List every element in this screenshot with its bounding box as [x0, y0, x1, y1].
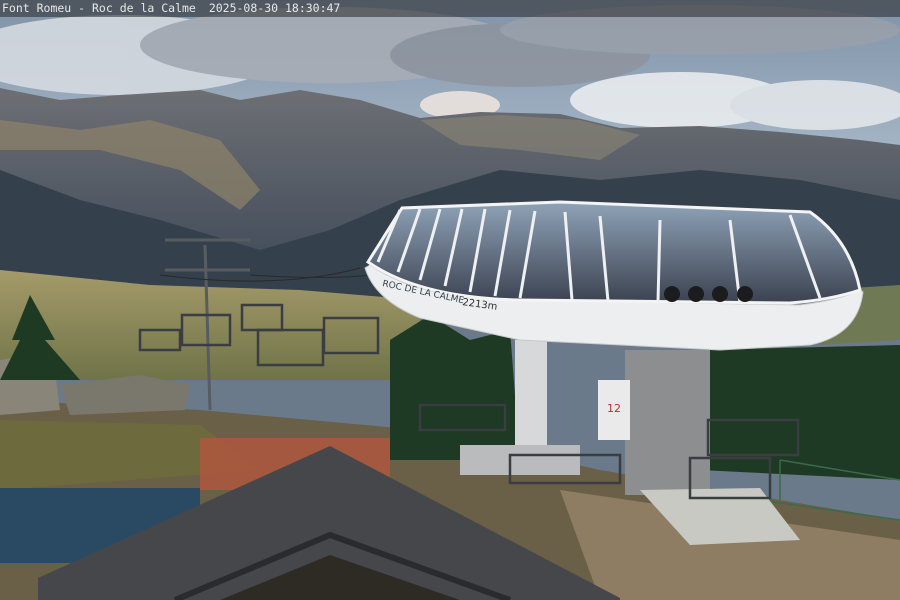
tower-sign-number: 12 — [607, 402, 621, 415]
terminal-dome — [365, 200, 862, 305]
webcam-scene: 12 ROC DE LA CALME 2213m Font Romeu - Ro… — [0, 0, 900, 600]
datetime-label: 2025-08-30 18:30:47 — [208, 1, 341, 15]
scene-illustration: 12 ROC DE LA CALME 2213m — [0, 0, 900, 600]
boarding-platform — [460, 445, 580, 475]
rocks-2 — [60, 375, 190, 415]
location-label: Font Romeu - Roc de la Calme — [2, 1, 196, 15]
terminal-drive-housing — [625, 350, 710, 495]
timestamp-overlay: Font Romeu - Roc de la Calme 2025-08-30 … — [0, 0, 900, 17]
